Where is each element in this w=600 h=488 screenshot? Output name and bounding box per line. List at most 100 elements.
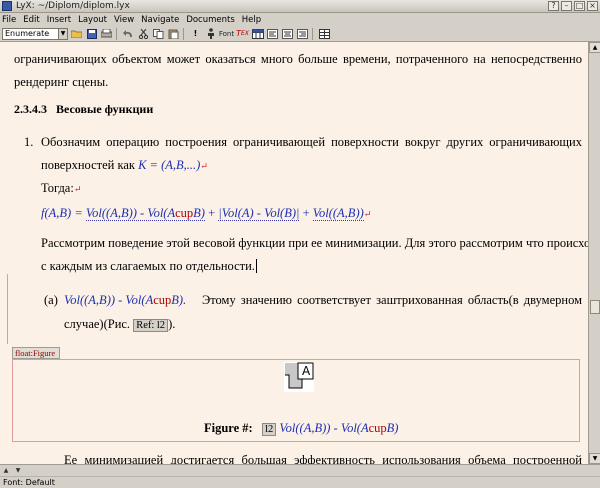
- open-folder-icon[interactable]: [70, 28, 83, 40]
- math-part: Vol((A,B)) - Vol(A: [64, 293, 154, 307]
- window-title: LyX: ~/Diplom/diplom.lyx: [16, 1, 130, 11]
- caption-prefix: Figure #:: [204, 421, 253, 435]
- formula-part: +: [208, 206, 216, 220]
- math-inset[interactable]: K = (A,B,...): [138, 158, 200, 172]
- toolbar-separator: [183, 27, 184, 40]
- newline-icon: ↵: [200, 161, 208, 171]
- print-icon[interactable]: [100, 28, 113, 40]
- table-insert-icon[interactable]: [251, 28, 264, 40]
- newline-icon: ↵: [73, 184, 82, 194]
- align-right-icon[interactable]: [296, 28, 309, 40]
- text-span: поверхностей как: [41, 158, 135, 172]
- math-mode-icon[interactable]: T EX: [236, 28, 249, 40]
- table-icon[interactable]: [318, 28, 331, 40]
- close-button[interactable]: ×: [587, 1, 598, 11]
- copy-icon[interactable]: [152, 28, 165, 40]
- formula-part: f(A,B) =: [41, 206, 83, 220]
- menu-help[interactable]: Help: [242, 15, 261, 25]
- formula[interactable]: f(A,B) = Vol((A,B)) - Vol(AcupB) + |Vol(…: [41, 206, 371, 221]
- menu-insert[interactable]: Insert: [47, 15, 71, 25]
- menu-edit[interactable]: Edit: [23, 15, 39, 25]
- minimize-button[interactable]: –: [561, 1, 572, 11]
- math-part: cup: [153, 293, 172, 307]
- status-bar: Font: Default: [0, 476, 600, 488]
- cross-reference[interactable]: Ref: l2: [133, 319, 169, 332]
- section-heading: 2.3.4.3 Весовые функции: [14, 102, 153, 117]
- toolbar: Enumerate ▼ ! Font T EX: [0, 26, 600, 42]
- text-line: Рассмотрим поведение этой весовой функци…: [41, 236, 588, 250]
- save-icon[interactable]: [85, 28, 98, 40]
- nesting-bar: [7, 274, 8, 344]
- font-icon[interactable]: Font: [219, 28, 234, 40]
- document-area[interactable]: ограничивающих объектом может оказаться …: [0, 42, 588, 464]
- vertical-scrollbar[interactable]: ▲ ▼: [588, 42, 600, 464]
- chevron-down-icon: ▼: [58, 28, 67, 39]
- menu-documents[interactable]: Documents: [186, 15, 234, 25]
- menu-layout[interactable]: Layout: [78, 15, 107, 25]
- math-inset[interactable]: Vol((A,B)) - Vol(AcupB): [279, 421, 398, 435]
- formula-part: Vol((A,B)) - Vol(A: [85, 206, 176, 220]
- app-icon: [2, 1, 12, 11]
- math-part: B).: [171, 293, 187, 307]
- formula-part: Vol((A,B)) - Vol(AcupB): [85, 206, 205, 221]
- text-span: случае)(Рис.: [64, 317, 131, 331]
- section-title: Весовые функции: [56, 102, 154, 116]
- section-number: 2.3.4.3: [14, 102, 47, 116]
- text-span: ).: [168, 317, 176, 331]
- math-part: B): [386, 421, 399, 435]
- formula-part: cup: [175, 206, 194, 220]
- scroll-up-icon[interactable]: ▲: [589, 42, 600, 53]
- text-line: с каждым из слагаемых по отдельности.​: [41, 259, 257, 274]
- emphasis-icon[interactable]: !: [189, 28, 202, 40]
- figure-caption: Figure #: l2 Vol((A,B)) - Vol(AcupB): [204, 421, 398, 436]
- noun-icon[interactable]: [204, 28, 217, 40]
- maximize-button[interactable]: □: [574, 1, 585, 11]
- formula-part: B): [193, 206, 205, 220]
- arrow-up-icon[interactable]: ▲: [0, 466, 12, 476]
- toolbar-separator: [116, 27, 117, 40]
- newline-icon: ↵: [363, 209, 372, 219]
- layout-select[interactable]: Enumerate ▼: [2, 27, 68, 40]
- menu-bar: File Edit Insert Layout View Navigate Do…: [0, 13, 600, 26]
- text-line: Ее минимизацией достигается большая эффе…: [64, 453, 582, 464]
- align-center-icon[interactable]: [281, 28, 294, 40]
- toolbar-separator: [312, 27, 313, 40]
- arrow-down-icon[interactable]: ▼: [12, 466, 24, 476]
- undo-icon[interactable]: [122, 28, 135, 40]
- text-span: с каждым из слагаемых по отдельности.: [41, 259, 255, 273]
- text-line: рендеринг сцены.: [14, 75, 109, 89]
- math-part: Vol((A,B)) - Vol(A: [279, 421, 369, 435]
- layout-select-value: Enumerate: [5, 28, 50, 38]
- cut-icon[interactable]: [137, 28, 150, 40]
- float-figure-label[interactable]: float:Figure: [12, 347, 60, 359]
- figure-label[interactable]: l2: [262, 423, 277, 436]
- enum-letter: (a): [44, 293, 58, 307]
- formula-part: |Vol(A) - Vol(B)|: [218, 206, 300, 221]
- text-line: ограничивающих объектом может оказаться …: [14, 52, 582, 66]
- align-left-icon[interactable]: [266, 28, 279, 40]
- math-inset[interactable]: Vol((A,B)) - Vol(AcupB).: [64, 293, 186, 308]
- horizontal-bar: ▲ ▼: [0, 464, 600, 476]
- paste-icon[interactable]: [167, 28, 180, 40]
- figure-image[interactable]: A: [284, 362, 314, 392]
- math-part: cup: [368, 421, 387, 435]
- text-line: Vol((A,B)) - Vol(AcupB). Этому значению …: [64, 293, 582, 308]
- figure-letter: A: [302, 364, 311, 378]
- enum-number: 1.: [24, 135, 34, 149]
- formula-part: +: [302, 206, 310, 220]
- text-span: Тогда:: [41, 181, 74, 195]
- text-line: случае)(Рис. Ref: l2).: [64, 317, 175, 332]
- menu-file[interactable]: File: [2, 15, 16, 25]
- title-bar: LyX: ~/Diplom/diplom.lyx ? – □ ×: [0, 0, 600, 13]
- scroll-down-icon[interactable]: ▼: [589, 453, 600, 464]
- text-line: Тогда:↵: [41, 181, 81, 196]
- text-line: Обозначим операцию построения ограничива…: [41, 135, 582, 149]
- menu-navigate[interactable]: Navigate: [141, 15, 179, 25]
- formula-part: Vol((A,B)): [312, 206, 364, 221]
- text-span: Этому значению соответствует заштрихован…: [202, 293, 582, 307]
- menu-view[interactable]: View: [114, 15, 134, 25]
- text-cursor: ​: [255, 259, 257, 273]
- scroll-thumb[interactable]: [590, 300, 600, 314]
- help-window-button[interactable]: ?: [548, 1, 559, 11]
- text-line: поверхностей как K = (A,B,...)↵: [41, 158, 208, 173]
